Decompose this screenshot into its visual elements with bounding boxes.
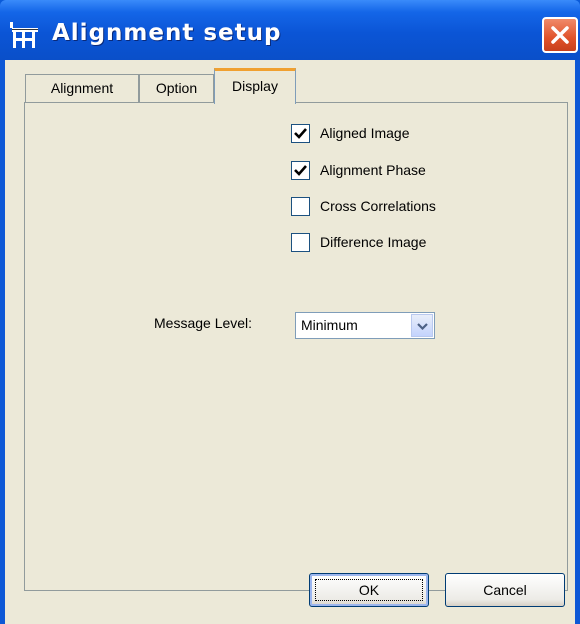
check-icon [294,165,307,176]
cancel-button-label: Cancel [483,582,527,598]
dropdown-button[interactable] [411,314,433,337]
tab-alignment[interactable]: Alignment [25,74,139,102]
tab-option-label: Option [155,80,198,96]
tab-display-label: Display [232,78,278,94]
focus-ring [315,579,423,601]
checkbox-box[interactable] [291,124,310,143]
message-level-value: Minimum [301,317,358,333]
checkbox-label: Aligned Image [320,125,410,141]
checkbox-box[interactable] [291,233,310,252]
display-tab-panel: Aligned Image Alignment Phase Cross Corr… [24,102,568,591]
tab-display[interactable]: Display [214,68,296,104]
checkbox-box[interactable] [291,161,310,180]
checkbox-label: Alignment Phase [320,162,426,178]
tab-alignment-label: Alignment [50,80,114,96]
check-icon [294,128,307,139]
cancel-button[interactable]: Cancel [445,573,565,607]
close-icon [551,26,569,44]
chevron-down-icon [417,323,428,330]
tab-option[interactable]: Option [139,74,214,102]
title-bar[interactable]: Alignment setup [0,0,580,60]
message-level-select[interactable]: Minimum [295,312,435,339]
dialog-window: Alignment setup Alignment Option Display… [0,0,580,624]
checkbox-box[interactable] [291,197,310,216]
grid-app-icon [10,22,42,50]
checkbox-label: Cross Correlations [320,198,436,214]
message-level-label: Message Level: [154,315,253,331]
dialog-client-area: Alignment Option Display Aligned Image A… [5,60,575,624]
checkbox-label: Difference Image [320,234,427,250]
close-button[interactable] [542,17,578,53]
window-title: Alignment setup [52,20,282,46]
ok-button[interactable]: OK [309,573,429,607]
